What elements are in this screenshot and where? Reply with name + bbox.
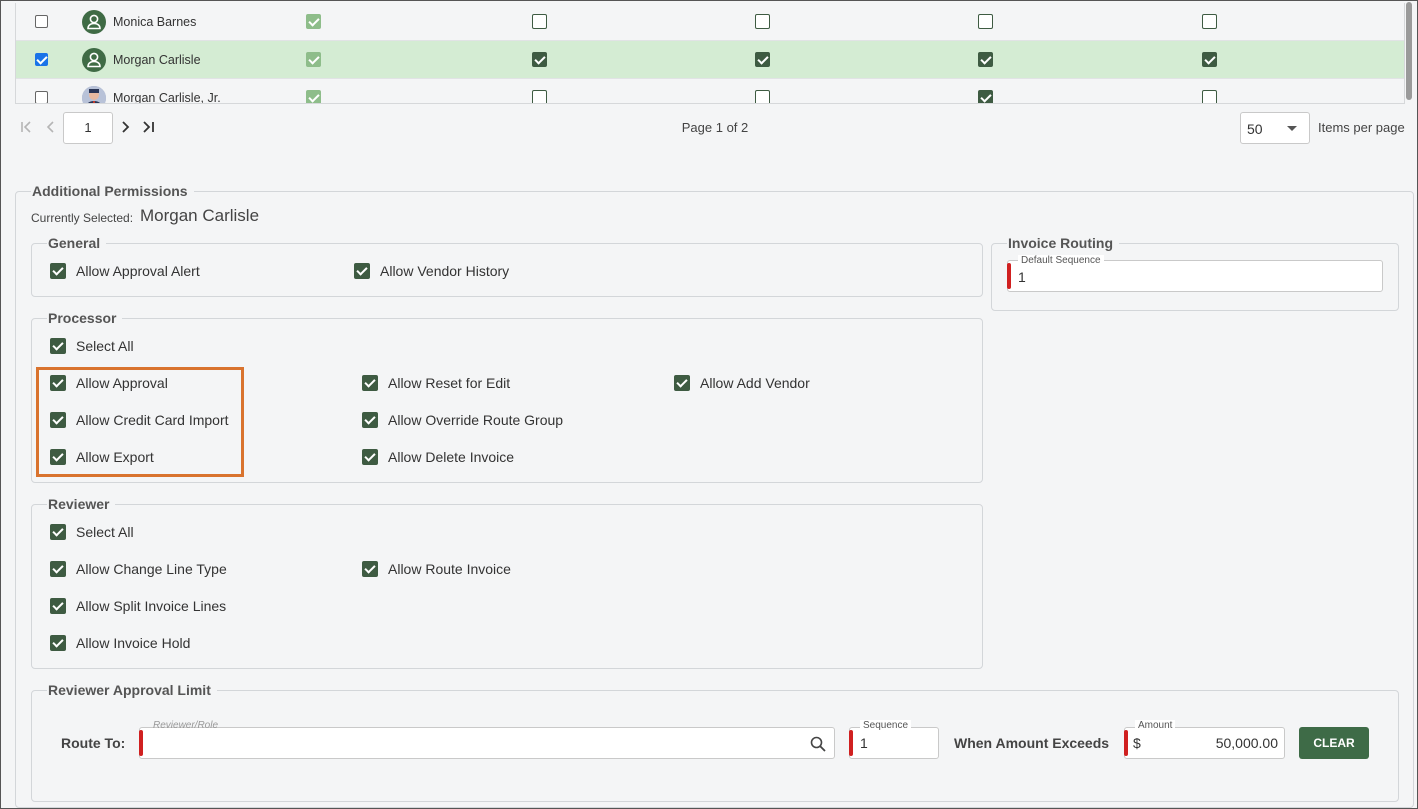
table-row[interactable]: Morgan Carlisle (16, 41, 1404, 79)
checkbox-checked-icon (674, 375, 690, 391)
permission-checkbox[interactable] (1202, 52, 1217, 67)
default-sequence-label: Default Sequence (1018, 255, 1104, 266)
permission-checkbox[interactable] (306, 90, 321, 103)
first-page-icon[interactable] (18, 118, 36, 136)
prev-page-icon[interactable] (42, 118, 60, 136)
scrollbar-thumb[interactable] (1406, 2, 1412, 100)
sequence-value: 1 (860, 735, 868, 751)
clear-button[interactable]: CLEAR (1299, 727, 1369, 759)
table-row[interactable]: Monica Barnes (16, 3, 1404, 41)
user-icon (82, 48, 106, 72)
items-per-page-value: 50 (1247, 121, 1263, 137)
user-name: Morgan Carlisle, Jr. (113, 91, 221, 104)
permission-checkbox[interactable] (306, 52, 321, 67)
permission-checkbox[interactable] (978, 90, 993, 103)
last-page-icon[interactable] (140, 118, 158, 136)
reviewer-approval-limit-legend: Reviewer Approval Limit (47, 682, 217, 698)
checkbox-checked-icon (354, 263, 370, 279)
user-permissions-table: Monica Barnes Morgan Carlisle Morgan Car… (15, 3, 1405, 104)
sequence-input[interactable]: Sequence 1 (849, 720, 939, 759)
checkbox-checked-icon (50, 598, 66, 614)
general-legend: General (47, 235, 107, 251)
permission-checkbox[interactable] (755, 90, 770, 103)
route-to-label: Route To: (61, 735, 126, 751)
currently-selected-name: Morgan Carlisle (140, 206, 260, 225)
permission-checkbox[interactable] (1202, 90, 1217, 103)
default-sequence-field[interactable]: Default Sequence 1 (1007, 255, 1383, 292)
amount-input[interactable]: Amount $ 50,000.00 (1124, 720, 1285, 759)
dropdown-arrow-icon (1287, 126, 1297, 131)
checkbox-checked-icon (362, 449, 378, 465)
sequence-label: Sequence (860, 720, 912, 731)
additional-permissions-legend: Additional Permissions (31, 183, 194, 199)
page-number-input[interactable]: 1 (63, 112, 113, 144)
required-marker (139, 730, 143, 756)
page-indicator: Page 1 of 2 (681, 120, 749, 135)
user-name: Morgan Carlisle (113, 53, 201, 67)
reviewer-role-input[interactable]: Reviewer/Role (139, 720, 835, 759)
user-name: Monica Barnes (113, 15, 197, 29)
items-per-page-label: Items per page (1318, 120, 1405, 135)
row-select-checkbox[interactable] (35, 53, 48, 66)
checkbox-checked-icon (50, 263, 66, 279)
table-scrollbar[interactable] (1404, 0, 1414, 104)
reviewer-role-placeholder: Reviewer/Role (153, 720, 219, 731)
table-row[interactable]: Morgan Carlisle, Jr. (16, 79, 1404, 104)
checkbox-checked-icon (362, 375, 378, 391)
permission-checkbox[interactable] (532, 14, 547, 29)
checkbox-checked-icon (50, 338, 66, 354)
checkbox-checked-icon (50, 635, 66, 651)
default-sequence-value: 1 (1018, 269, 1026, 285)
row-select-checkbox[interactable] (35, 15, 48, 28)
when-amount-exceeds-label: When Amount Exceeds (954, 735, 1110, 751)
amount-value: 50,000.00 (1215, 735, 1278, 751)
highlight-annotation-box (36, 367, 244, 477)
permission-checkbox[interactable] (1202, 14, 1217, 29)
permission-checkbox[interactable] (306, 14, 321, 29)
search-icon[interactable] (810, 736, 826, 752)
checkbox-checked-icon (50, 524, 66, 540)
next-page-icon[interactable] (116, 118, 134, 136)
checkbox-checked-icon (362, 561, 378, 577)
checkbox-checked-icon (50, 561, 66, 577)
permission-checkbox[interactable] (532, 90, 547, 103)
processor-legend: Processor (47, 310, 123, 326)
row-select-checkbox[interactable] (35, 91, 48, 103)
currency-symbol: $ (1133, 735, 1141, 751)
permission-checkbox[interactable] (755, 14, 770, 29)
photo-avatar (82, 86, 106, 103)
invoice-routing-legend: Invoice Routing (1007, 235, 1119, 251)
required-marker (1124, 730, 1128, 756)
permission-checkbox[interactable] (978, 14, 993, 29)
user-icon (82, 10, 106, 34)
required-marker (1007, 263, 1011, 289)
reviewer-legend: Reviewer (47, 496, 116, 512)
checkbox-checked-icon (362, 412, 378, 428)
items-per-page-select[interactable]: 50 (1240, 112, 1310, 144)
amount-label: Amount (1135, 720, 1176, 731)
currently-selected-label: Currently Selected: (31, 211, 134, 225)
required-marker (849, 730, 853, 756)
permission-checkbox[interactable] (755, 52, 770, 67)
permission-checkbox[interactable] (978, 52, 993, 67)
permission-checkbox[interactable] (532, 52, 547, 67)
